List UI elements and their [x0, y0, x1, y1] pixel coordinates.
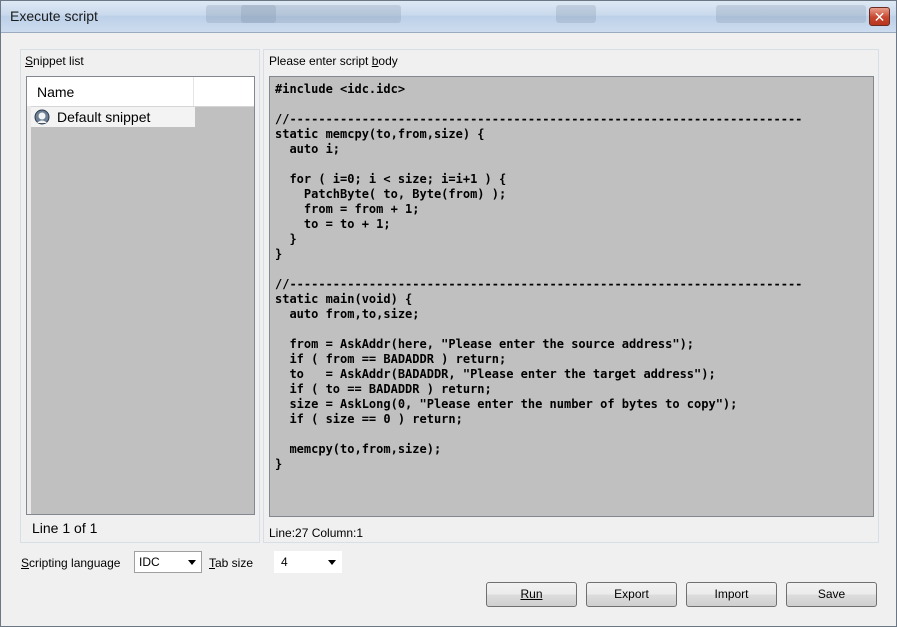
snippet-list-label-text: nippet list — [33, 54, 84, 68]
tab-size-value: 4 — [281, 555, 288, 569]
window-title: Execute script — [10, 8, 98, 24]
scripting-language-select[interactable]: IDC — [134, 551, 202, 573]
list-header: Name — [27, 77, 254, 107]
list-item-label: Default snippet — [57, 109, 151, 125]
cursor-position-status: Line:27 Column:1 — [269, 526, 364, 540]
chevron-down-icon — [328, 560, 336, 565]
column-header-empty — [194, 77, 254, 106]
snippet-icon — [34, 109, 50, 125]
background-blur — [556, 5, 596, 23]
execute-script-dialog: Execute script ✕ Snippet list Name Defau… — [0, 0, 897, 627]
chevron-down-icon — [188, 560, 196, 565]
run-button-label: Run — [520, 587, 543, 601]
scripting-language-label: Scripting language — [21, 556, 121, 570]
tab-size-label: Tab size — [209, 556, 254, 570]
list-item[interactable]: Default snippet — [31, 107, 195, 127]
close-icon: ✕ — [873, 9, 886, 25]
script-code[interactable]: #include <idc.idc> //-------------------… — [270, 77, 873, 472]
background-blur — [716, 5, 866, 23]
list-gutter — [27, 106, 31, 514]
snippet-list-label: Snippet list — [25, 54, 84, 68]
import-button-label: Import — [714, 587, 749, 601]
title-bar[interactable]: Execute script ✕ — [1, 1, 896, 33]
tab-size-select[interactable]: 4 — [274, 551, 342, 573]
import-button[interactable]: Import — [686, 582, 777, 607]
save-button-label: Save — [817, 587, 846, 601]
script-body-label: Please enter script body — [269, 54, 398, 68]
save-button[interactable]: Save — [786, 582, 877, 607]
scripting-language-value: IDC — [139, 555, 160, 569]
snippet-list[interactable]: Name Default snippet — [26, 76, 255, 515]
close-button[interactable]: ✕ — [869, 7, 890, 26]
run-button[interactable]: Run — [486, 582, 577, 607]
background-blur — [241, 5, 401, 23]
column-header-name[interactable]: Name — [27, 77, 194, 106]
export-button[interactable]: Export — [586, 582, 677, 607]
export-button-label: Export — [614, 587, 649, 601]
snippet-count-status: Line 1 of 1 — [32, 520, 98, 536]
script-editor[interactable]: #include <idc.idc> //-------------------… — [269, 76, 874, 517]
